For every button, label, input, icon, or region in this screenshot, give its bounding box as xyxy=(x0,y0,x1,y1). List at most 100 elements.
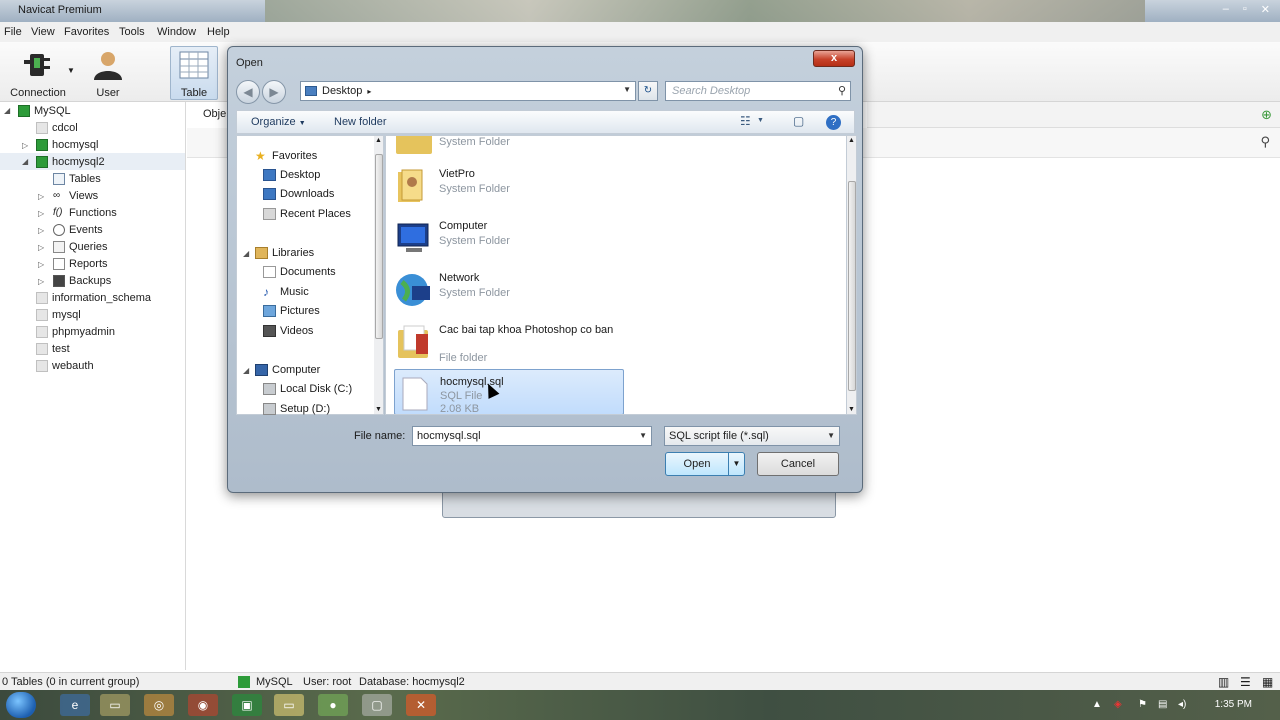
tray-app-icon[interactable]: ◈ xyxy=(1114,699,1122,710)
nav-item-setup-drive[interactable]: Setup (D:) xyxy=(263,401,330,417)
detail-view-icon[interactable]: ▦ xyxy=(1262,675,1273,689)
taskbar-clock[interactable]: 1:35 PM xyxy=(1215,699,1252,710)
file-item-photoshop-folder[interactable]: Cac bai tap khoa Photoshop co ban File f… xyxy=(394,318,624,364)
connection-button[interactable]: Connection xyxy=(6,46,70,100)
tree-item-mysql[interactable]: MySQL xyxy=(18,103,71,119)
collapse-arrow-icon[interactable]: ▷ xyxy=(38,260,44,269)
expand-arrow-icon[interactable]: ◢ xyxy=(22,157,28,166)
tree-item-events[interactable]: Events xyxy=(53,222,103,238)
forward-button[interactable]: ▶ xyxy=(262,80,286,104)
address-dropdown-icon[interactable]: ▼ xyxy=(623,85,631,94)
tree-item-functions[interactable]: f() Functions xyxy=(53,205,117,221)
chrome-icon[interactable]: ◉ xyxy=(188,694,218,716)
nav-scroll-thumb[interactable] xyxy=(375,154,383,339)
breadcrumb-arrow-icon[interactable]: ▸ xyxy=(367,87,371,96)
tray-flag-icon[interactable]: ⚑ xyxy=(1138,699,1147,710)
nav-item-documents[interactable]: Documents xyxy=(263,264,336,280)
tree-item-mysql-db[interactable]: mysql xyxy=(36,307,81,323)
recorder-icon[interactable]: ▢ xyxy=(362,694,392,716)
nav-item-downloads[interactable]: Downloads xyxy=(263,186,334,202)
scroll-down-icon[interactable]: ▼ xyxy=(375,406,382,413)
menu-view[interactable]: View xyxy=(31,26,55,38)
menu-file[interactable]: File xyxy=(4,26,22,38)
add-icon[interactable]: ⊕ xyxy=(1261,107,1272,123)
tray-volume-icon[interactable]: ◂) xyxy=(1178,699,1186,710)
tree-item-queries[interactable]: Queries xyxy=(53,239,108,255)
menu-favorites[interactable]: Favorites xyxy=(64,26,109,38)
tree-item-hocmysql[interactable]: hocmysql xyxy=(36,137,98,153)
file-list-scroll-thumb[interactable] xyxy=(848,181,856,391)
start-button[interactable] xyxy=(6,692,36,718)
collapse-arrow-icon[interactable]: ▷ xyxy=(38,226,44,235)
tray-arrow-icon[interactable]: ▲ xyxy=(1092,699,1102,710)
filetype-select[interactable]: SQL script file (*.sql) ▼ xyxy=(664,426,840,446)
preview-pane-icon[interactable]: ▢ xyxy=(793,114,804,128)
nav-item-recent-places[interactable]: Recent Places xyxy=(263,206,351,222)
file-item-system-folder[interactable]: System Folder xyxy=(394,136,624,160)
tree-item-hocmysql2[interactable]: hocmysql2 xyxy=(36,154,105,170)
expand-arrow-icon[interactable]: ◢ xyxy=(4,106,10,115)
collapse-arrow-icon[interactable]: ◢ xyxy=(243,249,249,258)
tree-item-tables[interactable]: Tables xyxy=(53,171,101,187)
tray-network-icon[interactable]: ▤ xyxy=(1158,699,1167,710)
nav-item-pictures[interactable]: Pictures xyxy=(263,303,320,319)
back-button[interactable]: ◀ xyxy=(236,80,260,104)
collapse-arrow-icon[interactable]: ▷ xyxy=(38,209,44,218)
view-dropdown-icon[interactable]: ▼ xyxy=(757,117,764,124)
minimize-icon[interactable]: – xyxy=(1223,3,1229,16)
organize-button[interactable]: Organize ▼ xyxy=(251,116,306,128)
collapse-arrow-icon[interactable]: ▷ xyxy=(38,192,44,201)
ie-icon[interactable]: e xyxy=(60,694,90,716)
nav-computer-header[interactable]: Computer xyxy=(255,362,320,378)
file-item-network[interactable]: Network System Folder xyxy=(394,266,624,312)
tree-item-cdcol[interactable]: cdcol xyxy=(36,120,78,136)
file-list-scrollbar[interactable]: ▲ ▼ xyxy=(847,135,857,415)
folder-taskbar-icon[interactable]: ▭ xyxy=(274,694,304,716)
player-icon[interactable]: ● xyxy=(318,694,348,716)
collapse-arrow-icon[interactable]: ▷ xyxy=(22,141,28,150)
table-button[interactable]: Table xyxy=(170,46,218,100)
maximize-icon[interactable]: ▫ xyxy=(1243,3,1247,16)
file-item-hocmysql-sql[interactable]: hocmysql.sql SQL File 2.08 KB xyxy=(394,369,624,414)
tree-item-reports[interactable]: Reports xyxy=(53,256,108,272)
view-options-icon[interactable]: ☷ xyxy=(740,114,751,128)
collapse-arrow-icon[interactable]: ◢ xyxy=(243,366,249,375)
menu-help[interactable]: Help xyxy=(207,26,230,38)
close-icon[interactable]: ✕ xyxy=(1261,3,1270,16)
nav-item-desktop[interactable]: Desktop xyxy=(263,167,320,183)
menu-tools[interactable]: Tools xyxy=(119,26,145,38)
collapse-arrow-icon[interactable]: ▷ xyxy=(38,277,44,286)
connection-dropdown-icon[interactable]: ▼ xyxy=(67,66,75,75)
grid-view-icon[interactable]: ▥ xyxy=(1218,675,1229,689)
search-input[interactable]: Search Desktop ⚲ xyxy=(665,81,851,101)
tree-item-webauth[interactable]: webauth xyxy=(36,358,94,374)
tree-item-information-schema[interactable]: information_schema xyxy=(36,290,151,306)
navicat-taskbar-icon[interactable]: ▣ xyxy=(232,694,262,716)
file-item-computer[interactable]: Computer System Folder xyxy=(394,214,624,260)
help-icon[interactable]: ? xyxy=(826,115,841,130)
search-icon[interactable]: ⚲ xyxy=(1260,134,1270,150)
cancel-button[interactable]: Cancel xyxy=(757,452,839,476)
user-button[interactable]: User xyxy=(82,46,134,100)
nav-item-music[interactable]: ♪ Music xyxy=(263,284,309,300)
open-options-dropdown-icon[interactable]: ▼ xyxy=(728,453,744,475)
menu-window[interactable]: Window xyxy=(157,26,196,38)
new-folder-button[interactable]: New folder xyxy=(334,116,387,128)
tree-item-test[interactable]: test xyxy=(36,341,70,357)
objects-tab[interactable]: Obje xyxy=(203,108,226,120)
tree-item-backups[interactable]: Backups xyxy=(53,273,111,289)
address-bar[interactable]: Desktop ▸ ▼ xyxy=(300,81,636,101)
nav-favorites-header[interactable]: ★ Favorites xyxy=(255,148,317,164)
list-view-icon[interactable]: ☰ xyxy=(1240,675,1251,689)
nav-scrollbar[interactable]: ▲ ▼ xyxy=(374,135,384,415)
scroll-down-icon[interactable]: ▼ xyxy=(848,406,855,413)
filename-dropdown-icon[interactable]: ▼ xyxy=(639,427,647,445)
dialog-close-button[interactable]: x xyxy=(813,50,855,67)
filename-input[interactable]: hocmysql.sql ▼ xyxy=(412,426,652,446)
file-item-vietpro[interactable]: VietPro System Folder xyxy=(394,162,624,208)
app-icon[interactable]: ◎ xyxy=(144,694,174,716)
scroll-up-icon[interactable]: ▲ xyxy=(375,137,382,144)
open-button[interactable]: Open ▼ xyxy=(665,452,745,476)
nav-item-local-disk[interactable]: Local Disk (C:) xyxy=(263,381,352,397)
explorer-icon[interactable]: ▭ xyxy=(100,694,130,716)
